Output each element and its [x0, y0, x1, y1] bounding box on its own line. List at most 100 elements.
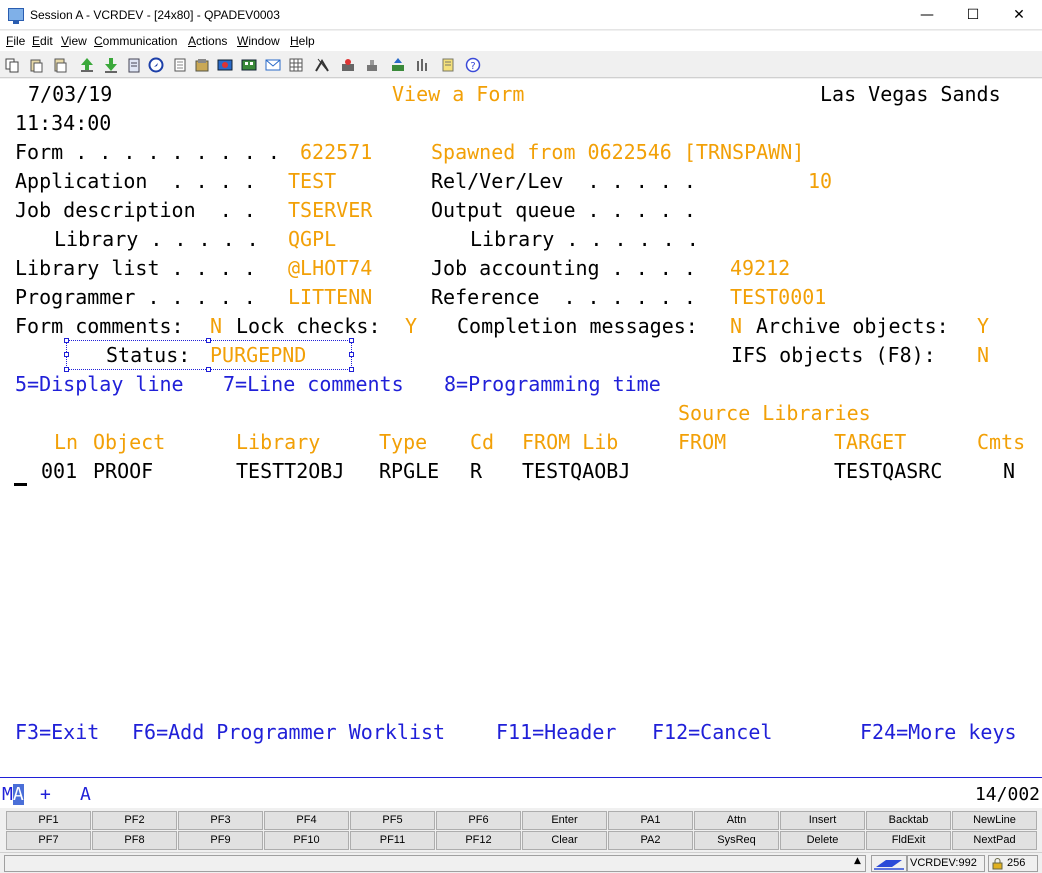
key-pf11[interactable]: PF11	[350, 831, 435, 850]
form-value: 622571	[300, 140, 373, 164]
fkey-cancel[interactable]: F12=Cancel	[652, 720, 772, 744]
row-target: TESTQASRC	[834, 459, 943, 483]
fkey-header[interactable]: F11=Header	[496, 720, 616, 744]
lockchecks-label: Lock checks:	[236, 314, 381, 338]
key-sysreq[interactable]: SysReq	[694, 831, 779, 850]
transfer-icon[interactable]	[390, 57, 406, 73]
lockchecks-value[interactable]: Y	[405, 314, 417, 338]
spawned-from: Spawned from 0622546 [TRNSPAWN]	[431, 140, 805, 164]
status-label: Status:	[106, 343, 191, 367]
receive-file-icon[interactable]	[103, 57, 119, 73]
operator-info-area: MA + A 14/002	[0, 777, 1042, 808]
record-macro-icon[interactable]	[217, 57, 233, 73]
column-object: Object	[93, 430, 166, 454]
key-enter[interactable]: Enter	[522, 811, 607, 830]
menu-communication[interactable]: Communication	[94, 34, 177, 48]
key-clear[interactable]: Clear	[522, 831, 607, 850]
status-value: PURGEPND	[210, 343, 307, 367]
play-macro-icon[interactable]	[340, 57, 356, 73]
ifs-value[interactable]: N	[977, 343, 989, 367]
jobacct-label: Job accounting . . . .	[431, 256, 696, 280]
form-label: Form . . . . . . . . .	[15, 140, 280, 164]
mail-icon[interactable]	[265, 57, 281, 73]
paste-special-icon[interactable]	[52, 57, 68, 73]
key-insert[interactable]: Insert	[780, 811, 865, 830]
navigate-icon[interactable]	[148, 57, 164, 73]
formcomments-label: Form comments:	[15, 314, 184, 338]
stop-macro-icon[interactable]	[364, 57, 380, 73]
key-delete[interactable]: Delete	[780, 831, 865, 850]
maximize-button[interactable]: ☐	[950, 0, 996, 30]
key-pf6[interactable]: PF6	[436, 811, 521, 830]
keypad-icon[interactable]	[241, 57, 257, 73]
programmer-label: Programmer . . . . .	[15, 285, 256, 309]
keypad: PF1 PF2 PF3 PF4 PF5 PF6 Enter PA1 Attn I…	[0, 809, 1042, 851]
text-cursor	[14, 483, 27, 486]
formcomments-value[interactable]: N	[210, 314, 222, 338]
port-number: 256	[1007, 857, 1026, 869]
svg-text:?: ?	[470, 61, 475, 72]
column-from-lib: FROM Lib	[522, 430, 619, 454]
key-pf4[interactable]: PF4	[264, 811, 349, 830]
status-message-field	[4, 855, 866, 872]
key-pf3[interactable]: PF3	[178, 811, 263, 830]
key-pf10[interactable]: PF10	[264, 831, 349, 850]
key-fldexit[interactable]: FldExit	[866, 831, 951, 850]
key-nextpad[interactable]: NextPad	[952, 831, 1037, 850]
fkey-add-programmer-worklist[interactable]: F6=Add Programmer Worklist	[132, 720, 445, 744]
menu-actions[interactable]: Actions	[188, 34, 227, 48]
connection-icon	[871, 855, 907, 872]
notes-icon[interactable]	[172, 57, 188, 73]
menu-file[interactable]: File	[6, 34, 25, 48]
lock-icon	[992, 858, 1003, 870]
help-icon[interactable]: ?	[465, 57, 481, 73]
library2-label: Library . . . . . .	[470, 227, 699, 251]
key-attn[interactable]: Attn	[694, 811, 779, 830]
paste-icon[interactable]	[28, 57, 44, 73]
menu-edit[interactable]: Edit	[32, 34, 53, 48]
settings-icon[interactable]	[314, 57, 330, 73]
fkey-more-keys[interactable]: F24=More keys	[860, 720, 1017, 744]
send-file-icon[interactable]	[79, 57, 95, 73]
close-button[interactable]: ✕	[996, 0, 1042, 30]
fkey-exit[interactable]: F3=Exit	[15, 720, 99, 744]
selection-handle	[64, 352, 69, 357]
key-pa1[interactable]: PA1	[608, 811, 693, 830]
archive-value[interactable]: Y	[977, 314, 989, 338]
grid-icon[interactable]	[288, 57, 304, 73]
selection-handle	[206, 367, 211, 372]
minimize-button[interactable]: —	[904, 0, 950, 30]
print-screen-icon[interactable]	[126, 57, 142, 73]
key-pf12[interactable]: PF12	[436, 831, 521, 850]
row-type: RPGLE	[379, 459, 440, 483]
bars-icon[interactable]	[414, 57, 430, 73]
jobdesc-label: Job description . .	[15, 198, 256, 222]
macro-icon[interactable]	[194, 57, 210, 73]
scroll-up-icon[interactable]: ▲	[854, 856, 861, 866]
jobdesc-value: TSERVER	[288, 198, 373, 222]
key-pf5[interactable]: PF5	[350, 811, 435, 830]
key-backtab[interactable]: Backtab	[866, 811, 951, 830]
menu-window[interactable]: Window	[237, 34, 280, 48]
copy-icon[interactable]	[4, 57, 20, 73]
menu-view[interactable]: View	[61, 34, 87, 48]
terminal-screen[interactable]: 7/03/19 View a Form Las Vegas Sands 11:3…	[0, 79, 1042, 777]
library1-label: Library . . . . .	[54, 227, 259, 251]
key-pf2[interactable]: PF2	[92, 811, 177, 830]
key-pf9[interactable]: PF9	[178, 831, 263, 850]
completion-value[interactable]: N	[730, 314, 742, 338]
port-field: 256	[988, 855, 1038, 872]
key-pf8[interactable]: PF8	[92, 831, 177, 850]
key-pa2[interactable]: PA2	[608, 831, 693, 850]
key-newline[interactable]: NewLine	[952, 811, 1037, 830]
menu-help[interactable]: Help	[290, 34, 315, 48]
toolbar: ?	[0, 52, 1042, 78]
key-pf1[interactable]: PF1	[6, 811, 91, 830]
row-cmts: N	[1003, 459, 1016, 483]
key-pf7[interactable]: PF7	[6, 831, 91, 850]
jobacct-value: 49212	[730, 256, 791, 280]
screen-time: 11:34:00	[15, 111, 112, 135]
application-label: Application . . . .	[15, 169, 256, 193]
row-object: PROOF	[93, 459, 154, 483]
notebook-icon[interactable]	[440, 57, 456, 73]
